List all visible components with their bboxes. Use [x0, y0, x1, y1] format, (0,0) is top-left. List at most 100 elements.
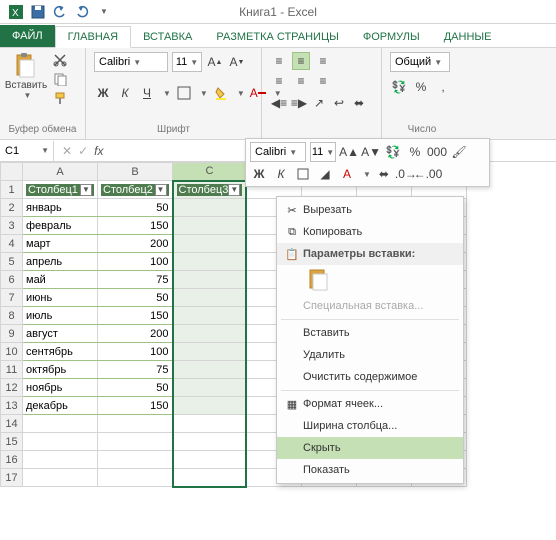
- filter-dropdown-icon[interactable]: ▼: [80, 184, 92, 196]
- merge-icon[interactable]: ⬌: [350, 94, 368, 112]
- cell[interactable]: 100: [98, 253, 173, 271]
- decrease-font-icon[interactable]: A▼: [228, 53, 246, 71]
- cancel-icon[interactable]: ✕: [62, 144, 72, 158]
- currency-icon[interactable]: 💱: [390, 78, 408, 96]
- chevron-down-icon[interactable]: ▼: [163, 89, 171, 98]
- menu-column-width[interactable]: Ширина столбца...: [277, 415, 463, 437]
- cell[interactable]: [173, 415, 247, 433]
- row-header[interactable]: 9: [1, 325, 23, 343]
- cell[interactable]: [173, 235, 247, 253]
- format-painter-icon[interactable]: [50, 90, 70, 106]
- filter-dropdown-icon[interactable]: ▼: [155, 184, 167, 196]
- row-header[interactable]: 7: [1, 289, 23, 307]
- cell[interactable]: 150: [98, 217, 173, 235]
- align-right-icon[interactable]: ≡: [314, 72, 332, 90]
- cell[interactable]: 75: [98, 271, 173, 289]
- font-name-combo[interactable]: Calibri▼: [94, 52, 168, 72]
- cell[interactable]: 50: [98, 199, 173, 217]
- mini-increase-font-icon[interactable]: A▲: [340, 143, 358, 161]
- cell[interactable]: [23, 415, 98, 433]
- orientation-icon[interactable]: ↗: [310, 94, 328, 112]
- font-size-combo[interactable]: 11▼: [172, 52, 202, 72]
- paste-button[interactable]: Вставить ▼: [8, 52, 44, 100]
- mini-dec-decimal-icon[interactable]: .0→: [397, 165, 415, 183]
- chevron-down-icon[interactable]: ▼: [200, 89, 208, 98]
- menu-paste-option[interactable]: [277, 265, 463, 295]
- cell[interactable]: январь: [23, 199, 98, 217]
- row-header[interactable]: 3: [1, 217, 23, 235]
- mini-decrease-font-icon[interactable]: A▼: [362, 143, 380, 161]
- row-header[interactable]: 10: [1, 343, 23, 361]
- menu-delete[interactable]: Удалить: [277, 344, 463, 366]
- cell[interactable]: [173, 361, 247, 379]
- tab-insert[interactable]: ВСТАВКА: [131, 27, 204, 47]
- mini-borders-icon[interactable]: [294, 165, 312, 183]
- cell[interactable]: 100: [98, 343, 173, 361]
- mini-format-painter-icon[interactable]: 🖌: [450, 143, 468, 161]
- mini-merge-icon[interactable]: ⬌: [375, 165, 393, 183]
- mini-comma-icon[interactable]: 000: [428, 143, 446, 161]
- menu-copy[interactable]: ⧉Копировать: [277, 221, 463, 243]
- chevron-down-icon[interactable]: ▼: [363, 170, 371, 179]
- fx-icon[interactable]: fx: [94, 144, 103, 158]
- row-header[interactable]: 14: [1, 415, 23, 433]
- cell[interactable]: [23, 469, 98, 487]
- wrap-text-icon[interactable]: ↩: [330, 94, 348, 112]
- redo-icon[interactable]: [74, 4, 90, 20]
- cell[interactable]: Столбец2▼: [98, 181, 173, 199]
- percent-icon[interactable]: %: [412, 78, 430, 96]
- cell[interactable]: [173, 307, 247, 325]
- row-header[interactable]: 12: [1, 379, 23, 397]
- increase-indent-icon[interactable]: ≡▶: [290, 94, 308, 112]
- cell[interactable]: [173, 217, 247, 235]
- copy-icon[interactable]: [50, 71, 70, 87]
- tab-home[interactable]: ГЛАВНАЯ: [55, 26, 131, 48]
- mini-font-color-icon[interactable]: A: [338, 165, 356, 183]
- tab-formulas[interactable]: ФОРМУЛЫ: [351, 27, 432, 47]
- filter-dropdown-icon[interactable]: ▼: [228, 184, 240, 196]
- row-header[interactable]: 15: [1, 433, 23, 451]
- number-format-combo[interactable]: Общий▼: [390, 52, 450, 72]
- menu-show[interactable]: Показать: [277, 459, 463, 481]
- comma-icon[interactable]: ,: [434, 78, 452, 96]
- cell[interactable]: 200: [98, 235, 173, 253]
- name-box[interactable]: C1▼: [0, 141, 54, 161]
- cell[interactable]: 75: [98, 361, 173, 379]
- cell[interactable]: июль: [23, 307, 98, 325]
- cell[interactable]: декабрь: [23, 397, 98, 415]
- cell[interactable]: [98, 433, 173, 451]
- borders-icon[interactable]: [175, 84, 193, 102]
- menu-clear[interactable]: Очистить содержимое: [277, 366, 463, 388]
- cell[interactable]: ноябрь: [23, 379, 98, 397]
- cell[interactable]: октябрь: [23, 361, 98, 379]
- confirm-icon[interactable]: ✓: [78, 144, 88, 158]
- menu-cut[interactable]: ✂Вырезать: [277, 199, 463, 221]
- cell[interactable]: август: [23, 325, 98, 343]
- cell[interactable]: 150: [98, 397, 173, 415]
- row-header[interactable]: 2: [1, 199, 23, 217]
- align-center-icon[interactable]: ≡: [292, 72, 310, 90]
- column-header-a[interactable]: A: [23, 163, 98, 181]
- align-top-icon[interactable]: ≡: [270, 52, 288, 70]
- cell[interactable]: 50: [98, 379, 173, 397]
- decrease-indent-icon[interactable]: ◀≡: [270, 94, 288, 112]
- cell[interactable]: [98, 451, 173, 469]
- cell[interactable]: март: [23, 235, 98, 253]
- cell[interactable]: [173, 433, 247, 451]
- cell[interactable]: [173, 253, 247, 271]
- cell[interactable]: июнь: [23, 289, 98, 307]
- cell[interactable]: [173, 325, 247, 343]
- cut-icon[interactable]: [50, 52, 70, 68]
- cell[interactable]: февраль: [23, 217, 98, 235]
- align-middle-icon[interactable]: ≡: [292, 52, 310, 70]
- cell[interactable]: [23, 451, 98, 469]
- row-header[interactable]: 16: [1, 451, 23, 469]
- bold-button[interactable]: Ж: [94, 84, 112, 102]
- save-icon[interactable]: [30, 4, 46, 20]
- cell[interactable]: апрель: [23, 253, 98, 271]
- chevron-down-icon[interactable]: ▼: [237, 89, 245, 98]
- select-all-corner[interactable]: [1, 163, 23, 181]
- mini-fill-icon[interactable]: ◢: [316, 165, 334, 183]
- column-header-b[interactable]: B: [98, 163, 173, 181]
- mini-inc-decimal-icon[interactable]: ←.00: [419, 165, 437, 183]
